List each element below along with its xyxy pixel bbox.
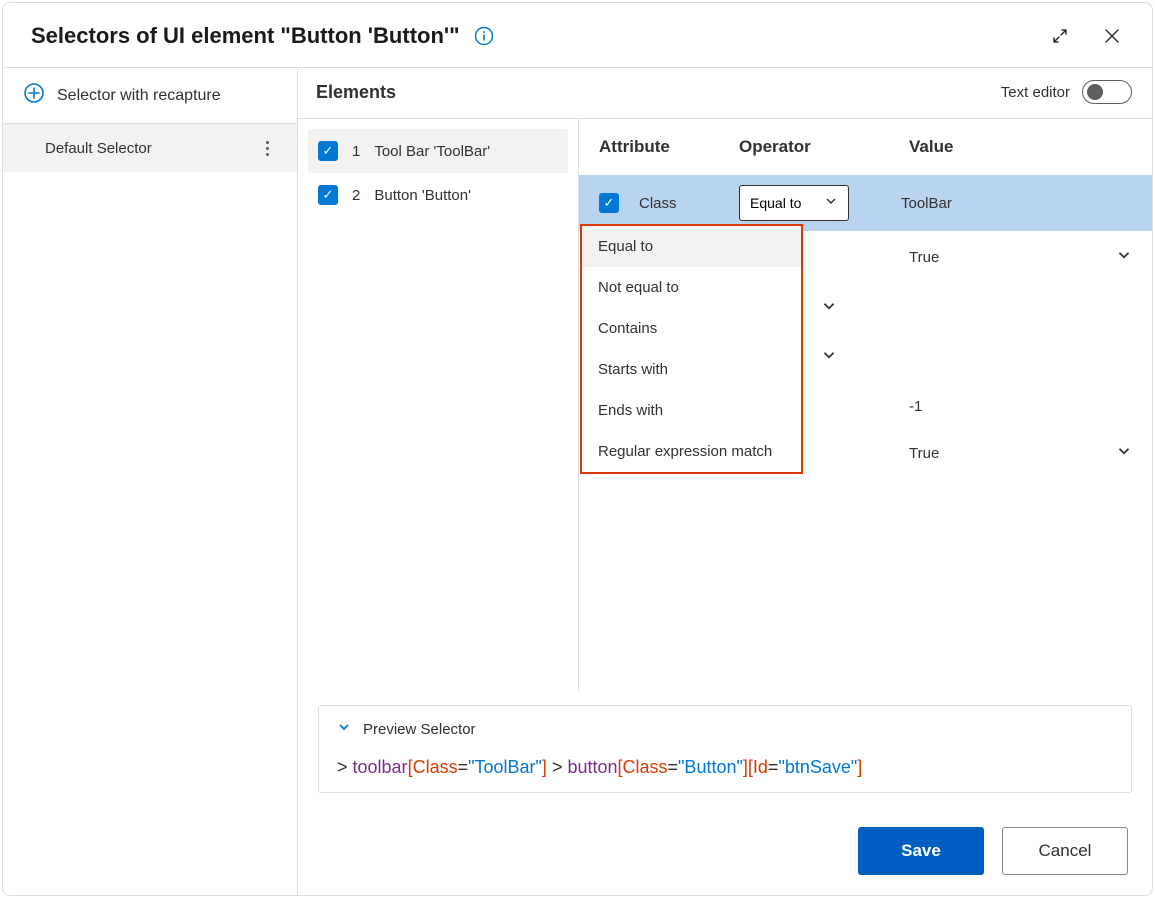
elements-title: Elements — [316, 82, 396, 103]
attribute-row[interactable]: ✓ Class Equal to ToolBar — [579, 175, 1152, 231]
preview-toggle[interactable]: Preview Selector — [337, 720, 1113, 739]
element-name: Button 'Button' — [374, 187, 471, 204]
dropdown-item[interactable]: Not equal to — [582, 267, 801, 308]
operator-select[interactable]: Equal to — [739, 185, 849, 221]
column-value: Value — [909, 137, 1132, 157]
more-icon[interactable] — [257, 138, 277, 158]
text-editor-label: Text editor — [1001, 84, 1070, 101]
elements-list: ✓ 1 Tool Bar 'ToolBar' ✓ 2 Button 'Butto… — [298, 119, 578, 691]
chevron-down-icon[interactable] — [1116, 247, 1132, 268]
attribute-value: ToolBar — [901, 195, 1132, 212]
attribute-name: Class — [639, 195, 739, 212]
cancel-button[interactable]: Cancel — [1002, 827, 1128, 875]
dropdown-item[interactable]: Starts with — [582, 349, 801, 390]
operator-dropdown: Equal to Not equal to Contains Starts wi… — [580, 224, 803, 474]
attributes-panel: Attribute Operator Value ✓ Class Equal t… — [578, 119, 1152, 691]
attribute-value: -1 — [909, 398, 1132, 415]
dialog-footer: Save Cancel — [298, 807, 1152, 895]
chevron-down-icon[interactable] — [821, 298, 837, 319]
chevron-down-icon — [337, 720, 351, 739]
main-panel: Elements Text editor ✓ 1 Tool Bar 'ToolB… — [298, 68, 1152, 895]
checkbox-icon[interactable]: ✓ — [599, 193, 619, 213]
column-operator: Operator — [739, 137, 909, 157]
attribute-value: True — [909, 445, 1116, 462]
element-row[interactable]: ✓ 1 Tool Bar 'ToolBar' — [308, 129, 568, 173]
attribute-value: True — [909, 249, 1116, 266]
dropdown-item[interactable]: Ends with — [582, 390, 801, 431]
selector-item-default[interactable]: Default Selector — [3, 124, 297, 172]
selectors-sidebar: Selector with recapture Default Selector — [3, 68, 298, 895]
checkbox-icon[interactable]: ✓ — [318, 141, 338, 161]
preview-label: Preview Selector — [363, 721, 476, 738]
preview-code: > toolbar[Class="ToolBar"] > button[Clas… — [337, 757, 1113, 778]
selector-recapture-button[interactable]: Selector with recapture — [3, 68, 297, 124]
column-attribute: Attribute — [599, 137, 739, 157]
dropdown-item[interactable]: Regular expression match — [582, 431, 801, 472]
selector-item-label: Default Selector — [45, 140, 257, 157]
chevron-down-icon — [824, 194, 838, 213]
text-editor-toggle[interactable] — [1082, 80, 1132, 104]
checkbox-icon[interactable]: ✓ — [318, 185, 338, 205]
preview-selector-panel: Preview Selector > toolbar[Class="ToolBa… — [318, 705, 1132, 793]
close-icon[interactable] — [1100, 24, 1124, 48]
element-index: 1 — [352, 143, 360, 160]
element-name: Tool Bar 'ToolBar' — [374, 143, 490, 160]
dropdown-item[interactable]: Equal to — [582, 226, 801, 267]
element-row[interactable]: ✓ 2 Button 'Button' — [308, 173, 568, 217]
element-index: 2 — [352, 187, 360, 204]
selectors-dialog: Selectors of UI element "Button 'Button'… — [2, 2, 1153, 896]
recapture-label: Selector with recapture — [57, 87, 221, 105]
dialog-header: Selectors of UI element "Button 'Button'… — [3, 3, 1152, 67]
dialog-title: Selectors of UI element "Button 'Button'… — [31, 23, 460, 49]
dropdown-item[interactable]: Contains — [582, 308, 801, 349]
chevron-down-icon[interactable] — [821, 347, 837, 368]
save-button[interactable]: Save — [858, 827, 984, 875]
info-icon[interactable] — [474, 26, 494, 46]
plus-circle-icon — [23, 82, 45, 109]
expand-icon[interactable] — [1048, 24, 1072, 48]
chevron-down-icon[interactable] — [1116, 443, 1132, 464]
